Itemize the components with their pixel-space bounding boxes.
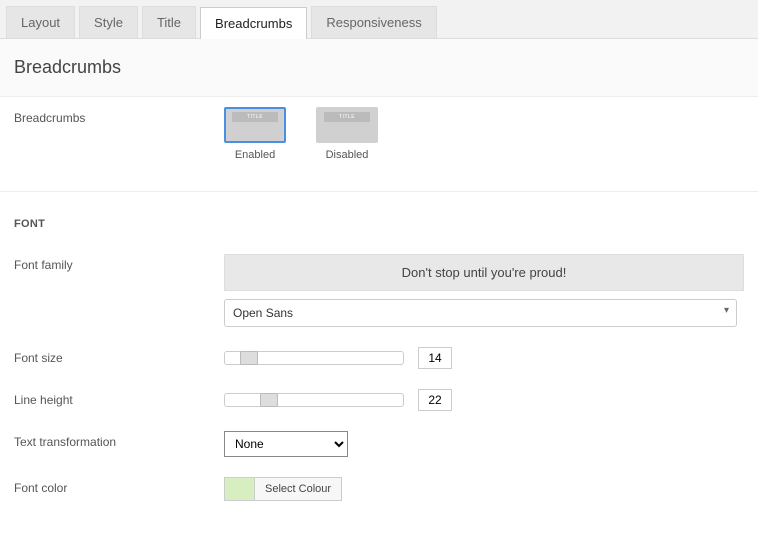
font-color-label: Font color — [14, 477, 224, 495]
font-size-slider[interactable] — [224, 351, 404, 365]
font-size-input[interactable] — [418, 347, 452, 369]
breadcrumbs-choices: TITLE Enabled TITLE Disabled — [224, 107, 744, 161]
font-family-select[interactable]: Open Sans — [224, 299, 737, 327]
enabled-caption: Enabled — [224, 149, 286, 161]
section-title: Breadcrumbs — [0, 39, 758, 97]
disabled-caption: Disabled — [316, 149, 378, 161]
text-transformation-select[interactable]: None — [224, 431, 348, 457]
text-transformation-label: Text transformation — [14, 431, 224, 449]
disabled-thumbnail-icon: TITLE — [316, 107, 378, 143]
option-font-color: Font color Select Colour — [0, 467, 758, 511]
font-color-swatch[interactable] — [224, 477, 254, 501]
option-line-height: Line height — [0, 379, 758, 421]
breadcrumbs-label: Breadcrumbs — [14, 107, 224, 125]
select-colour-button[interactable]: Select Colour — [254, 477, 342, 501]
option-breadcrumbs: Breadcrumbs TITLE Enabled TITLE Disabled — [0, 97, 758, 171]
font-family-banner: Don't stop until you're proud! — [224, 254, 744, 291]
line-height-label: Line height — [14, 389, 224, 407]
tab-style[interactable]: Style — [79, 6, 138, 38]
tab-title[interactable]: Title — [142, 6, 196, 38]
font-size-label: Font size — [14, 347, 224, 365]
line-height-slider[interactable] — [224, 393, 404, 407]
breadcrumbs-enabled-option[interactable]: TITLE Enabled — [224, 107, 286, 161]
font-heading: FONT — [0, 192, 758, 244]
breadcrumbs-disabled-option[interactable]: TITLE Disabled — [316, 107, 378, 161]
option-font-family: Font family Don't stop until you're prou… — [0, 244, 758, 337]
line-height-input[interactable] — [418, 389, 452, 411]
tab-breadcrumbs[interactable]: Breadcrumbs — [200, 7, 307, 39]
enabled-thumbnail-icon: TITLE — [224, 107, 286, 143]
font-family-label: Font family — [14, 254, 224, 272]
option-text-transformation: Text transformation None — [0, 421, 758, 467]
tab-responsiveness[interactable]: Responsiveness — [311, 6, 436, 38]
option-font-size: Font size — [0, 337, 758, 379]
tab-layout[interactable]: Layout — [6, 6, 75, 38]
tab-bar: Layout Style Title Breadcrumbs Responsiv… — [0, 0, 758, 39]
